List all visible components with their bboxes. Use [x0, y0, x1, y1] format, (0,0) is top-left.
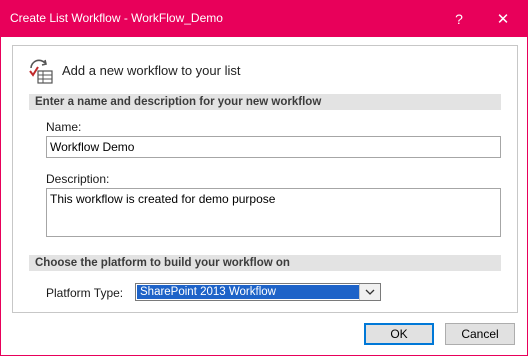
help-button[interactable]: ?: [441, 1, 477, 37]
ok-button[interactable]: OK: [364, 323, 434, 345]
workflow-list-icon: [29, 59, 53, 84]
platform-type-selected-value: SharePoint 2013 Workflow: [137, 285, 360, 299]
dialog-header-text: Add a new workflow to your list: [62, 63, 241, 78]
chevron-down-icon: [365, 289, 375, 295]
name-input[interactable]: Workflow Demo: [46, 136, 501, 158]
platform-type-select[interactable]: SharePoint 2013 Workflow: [135, 283, 381, 301]
dialog-content-frame: Add a new workflow to your list Enter a …: [12, 45, 518, 313]
platform-section-heading: Choose the platform to build your workfl…: [29, 255, 501, 271]
description-input[interactable]: This workflow is created for demo purpos…: [46, 188, 501, 237]
platform-type-label: Platform Type:: [46, 286, 124, 300]
description-label: Description:: [46, 172, 110, 186]
help-icon: ?: [455, 11, 463, 27]
name-section-heading: Enter a name and description for your ne…: [29, 94, 501, 110]
title-bar[interactable]: Create List Workflow - WorkFlow_Demo ? ✕: [1, 1, 527, 37]
close-icon: ✕: [496, 11, 510, 28]
cancel-button[interactable]: Cancel: [445, 323, 515, 345]
close-button[interactable]: ✕: [485, 1, 521, 37]
create-list-workflow-dialog: Create List Workflow - WorkFlow_Demo ? ✕…: [0, 0, 528, 356]
name-label: Name:: [46, 120, 82, 134]
dropdown-arrow-button[interactable]: [359, 284, 380, 300]
dialog-title: Create List Workflow - WorkFlow_Demo: [10, 11, 223, 25]
